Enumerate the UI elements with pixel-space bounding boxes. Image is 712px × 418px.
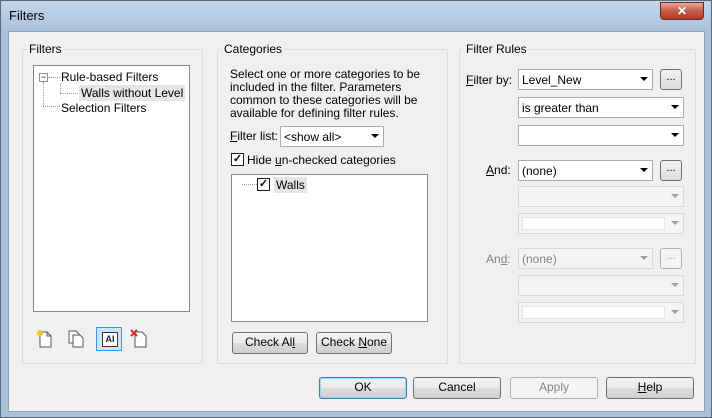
filters-group-label: Filters bbox=[27, 42, 64, 56]
categories-group-label: Categories bbox=[222, 42, 285, 56]
tree-expander-icon[interactable]: − bbox=[39, 73, 48, 82]
category-walls-checkbox[interactable]: ✓ bbox=[257, 178, 270, 191]
help-button[interactable]: Help bbox=[606, 377, 694, 399]
close-icon: ✕ bbox=[676, 4, 688, 18]
categories-tree[interactable]: ✓ Walls bbox=[231, 174, 428, 322]
duplicate-icon bbox=[68, 330, 84, 348]
delete-icon bbox=[130, 329, 147, 348]
check-none-button[interactable]: Check None bbox=[316, 332, 392, 354]
tree-line bbox=[60, 93, 78, 94]
apply-button[interactable]: Apply bbox=[510, 377, 598, 399]
filter-by-ellipsis-button[interactable]: ... bbox=[660, 69, 682, 90]
categories-description-2: included in the filter. Parameters bbox=[230, 80, 402, 94]
close-button[interactable]: ✕ bbox=[660, 2, 704, 20]
tree-line bbox=[48, 77, 60, 78]
dialog-client-area: Filters − Rule-based Filters Walls witho… bbox=[8, 31, 705, 412]
category-walls-label[interactable]: Walls bbox=[274, 177, 307, 193]
and-parameter-value-2: (none) bbox=[522, 252, 557, 266]
tree-line bbox=[60, 84, 61, 93]
and-value-field-2 bbox=[522, 306, 665, 319]
ok-button[interactable]: OK bbox=[319, 377, 407, 399]
and-label-1: And: bbox=[486, 163, 511, 177]
chevron-down-icon bbox=[671, 221, 679, 225]
tree-line bbox=[43, 106, 60, 107]
and-operator-dropdown-2[interactable] bbox=[518, 275, 684, 296]
and-parameter-value-1: (none) bbox=[522, 164, 557, 178]
chevron-down-icon bbox=[671, 194, 679, 198]
tree-item-selection-filters[interactable]: Selection Filters bbox=[61, 101, 146, 115]
and-parameter-dropdown-1[interactable]: (none) bbox=[518, 160, 653, 181]
rename-icon: AI bbox=[102, 332, 118, 347]
rename-filter-button[interactable]: AI bbox=[96, 327, 122, 351]
filter-list-label: Filter list: bbox=[230, 129, 279, 143]
cancel-button[interactable]: Cancel bbox=[413, 377, 501, 399]
chevron-down-icon bbox=[371, 134, 379, 138]
and-value-dropdown-1[interactable] bbox=[518, 213, 684, 234]
categories-description-3: common to these categories will be bbox=[230, 93, 418, 107]
new-filter-button[interactable] bbox=[33, 328, 57, 350]
duplicate-filter-button[interactable] bbox=[64, 328, 88, 350]
and-ellipsis-button-1[interactable]: ... bbox=[660, 160, 682, 181]
tree-item-rule-based-filters[interactable]: Rule-based Filters bbox=[61, 70, 158, 84]
operator-dropdown[interactable]: is greater than bbox=[518, 97, 684, 118]
new-filter-icon bbox=[37, 330, 52, 348]
tree-line bbox=[242, 184, 257, 185]
filters-dialog: Filters ✕ Filters − Rule-based Filters W… bbox=[0, 0, 712, 418]
hide-unchecked-checkbox[interactable]: ✓ bbox=[231, 153, 244, 166]
categories-description-1: Select one or more categories to be bbox=[230, 67, 421, 81]
hide-unchecked-label: Hide un-checked categories bbox=[247, 153, 396, 167]
categories-description-4: available for defining filter rules. bbox=[230, 106, 399, 120]
filter-by-label: Filter by: bbox=[466, 73, 513, 87]
chevron-down-icon bbox=[640, 168, 648, 172]
filter-rules-group-label: Filter Rules bbox=[464, 42, 529, 56]
filter-tree[interactable]: − Rule-based Filters Walls without Level… bbox=[33, 65, 190, 312]
tree-line bbox=[43, 82, 44, 106]
and-operator-dropdown-1[interactable] bbox=[518, 186, 684, 207]
filter-by-dropdown[interactable]: Level_New bbox=[518, 69, 653, 90]
and-value-dropdown-2[interactable] bbox=[518, 302, 684, 323]
chevron-down-icon bbox=[671, 105, 679, 109]
window-title: Filters bbox=[9, 8, 45, 23]
filter-list-dropdown[interactable]: <show all> bbox=[280, 126, 384, 147]
chevron-down-icon bbox=[671, 283, 679, 287]
and-value-field-1 bbox=[522, 217, 665, 230]
delete-filter-button[interactable] bbox=[128, 328, 152, 350]
chevron-down-icon bbox=[671, 133, 679, 137]
rule-value-dropdown[interactable] bbox=[518, 125, 684, 146]
check-all-button[interactable]: Check All bbox=[232, 332, 308, 354]
and-parameter-dropdown-2[interactable]: (none) bbox=[518, 248, 653, 269]
tree-item-walls-without-level[interactable]: Walls without Level bbox=[79, 85, 186, 101]
chevron-down-icon bbox=[640, 77, 648, 81]
and-ellipsis-button-2[interactable]: ... bbox=[660, 248, 682, 269]
and-label-2: And: bbox=[486, 252, 511, 266]
filter-by-value: Level_New bbox=[522, 73, 582, 87]
operator-value: is greater than bbox=[522, 101, 599, 115]
filter-list-value: <show all> bbox=[284, 130, 342, 144]
title-bar[interactable]: Filters ✕ bbox=[1, 1, 711, 31]
chevron-down-icon bbox=[671, 310, 679, 314]
chevron-down-icon bbox=[640, 256, 648, 260]
